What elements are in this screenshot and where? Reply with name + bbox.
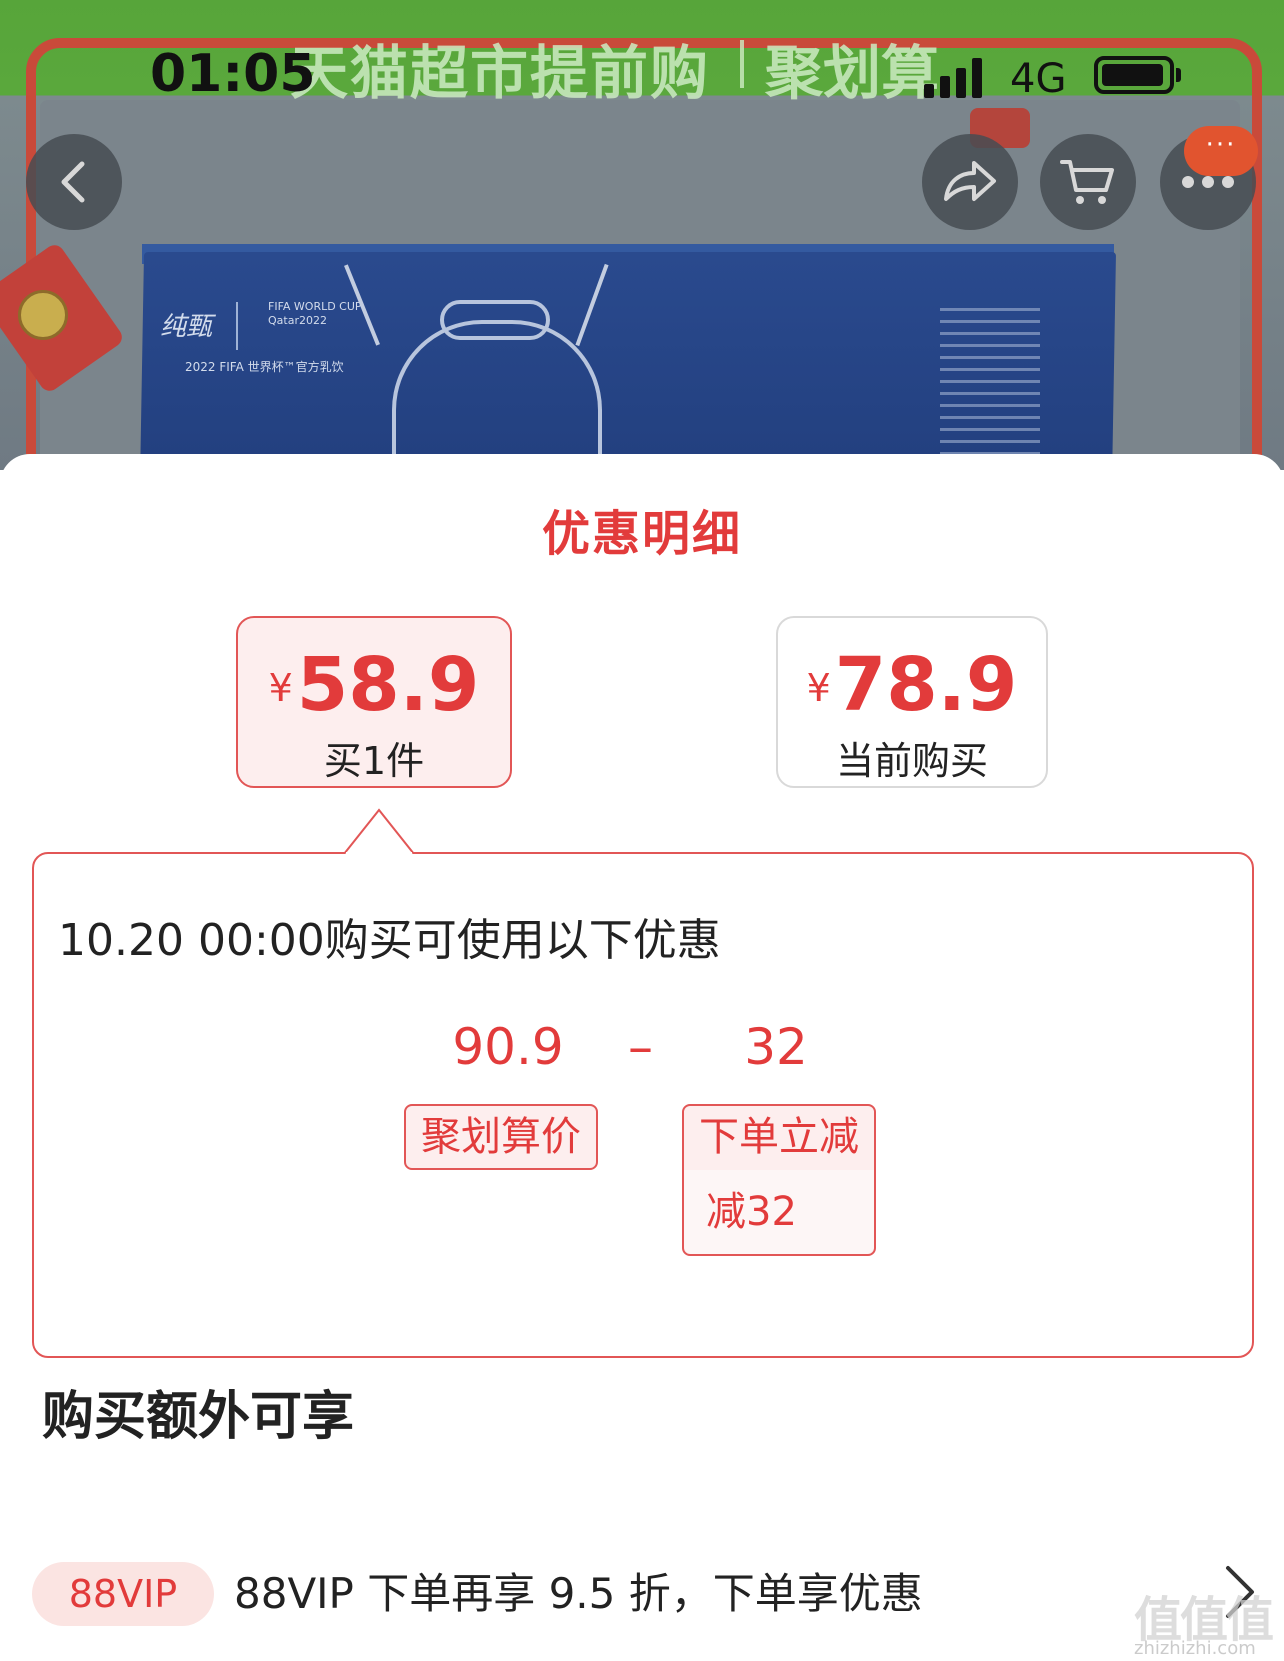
discount-tag-title: 下单立减 (699, 1114, 859, 1160)
vip-badge: 88VIP (32, 1562, 214, 1626)
vip-benefit-text[interactable]: 88VIP 下单再享 9.5 折，下单享优惠 (234, 1560, 923, 1621)
product-fine-print (940, 308, 1040, 458)
message-badge: ··· (1184, 126, 1258, 176)
back-button[interactable] (26, 134, 122, 230)
more-dots-icon (1182, 176, 1234, 188)
banner-divider (740, 40, 744, 88)
extra-benefits-title: 购买额外可享 (42, 1387, 355, 1447)
banner-right-text: 聚划算 (765, 39, 940, 107)
gift-tag-coin (18, 290, 68, 340)
watermark-url: zhizhizhi.com (1134, 1638, 1256, 1659)
detail-heading: 10.20 00:00购买可使用以下优惠 (58, 915, 721, 966)
discount-value: 32 (744, 1018, 808, 1076)
price-option-buy-one[interactable]: ¥58.9 买1件 (236, 616, 512, 788)
network-type: 4G (1010, 56, 1067, 102)
currency-symbol: ¥ (268, 666, 293, 711)
discount-detail-sheet: 优惠明细 ¥58.9 买1件 ¥78.9 当前购买 10.20 00:00购买可… (0, 454, 1284, 1661)
signal-icon (924, 54, 994, 98)
bottle-illustration (392, 320, 602, 470)
base-price-tag: 聚划算价 (404, 1104, 598, 1170)
share-icon (944, 161, 996, 201)
base-price-value: 90.9 (452, 1018, 564, 1076)
currency-symbol: ¥ (806, 666, 831, 711)
sheet-title: 优惠明细 (541, 506, 742, 562)
cart-icon (1060, 160, 1114, 204)
price-option-current[interactable]: ¥78.9 当前购买 (776, 616, 1048, 788)
option-price: 58.9 (296, 642, 480, 728)
product-divider (236, 302, 238, 350)
battery-level (1102, 64, 1163, 86)
minus-operator: – (628, 1018, 653, 1076)
banner-left-text: 天猫超市提前购 (290, 39, 711, 107)
fifa-line-2: Qatar2022 (268, 314, 327, 327)
battery-cap (1176, 68, 1181, 82)
product-fifa-label: FIFA WORLD CUP Qatar2022 (268, 300, 362, 328)
chevron-left-icon (61, 161, 85, 203)
selection-pointer (344, 808, 414, 854)
price-line: ¥58.9 (238, 642, 510, 728)
discount-tag: 下单立减 减32 (682, 1104, 876, 1256)
cart-button[interactable] (1040, 134, 1136, 230)
discount-detail-box: 10.20 00:00购买可使用以下优惠 90.9 – 32 聚划算价 下单立减… (32, 852, 1254, 1358)
option-price: 78.9 (834, 642, 1018, 728)
battery-icon (1094, 56, 1174, 94)
discount-tag-sub: 减32 (684, 1170, 874, 1254)
status-time: 01:05 (150, 44, 316, 104)
product-subline: 2022 FIFA 世界杯™官方乳饮 (185, 360, 344, 374)
option-label: 当前购买 (835, 739, 988, 783)
product-brand: 纯甄 (160, 312, 213, 342)
option-label: 买1件 (323, 739, 425, 783)
price-line: ¥78.9 (778, 642, 1046, 728)
fifa-line-1: FIFA WORLD CUP (268, 300, 362, 313)
share-button[interactable] (922, 134, 1018, 230)
